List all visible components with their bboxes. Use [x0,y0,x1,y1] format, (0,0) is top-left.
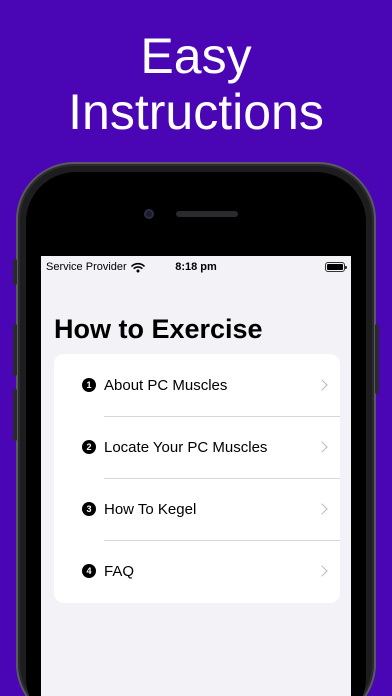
status-bar: Service Provider 8:18 pm [41,256,351,278]
chevron-right-icon [316,503,328,515]
volume-down-button [13,389,17,441]
chevron-right-icon [316,441,328,453]
number-1-icon: 1 [82,378,96,392]
list-item-label: FAQ [104,562,135,580]
mute-switch [13,259,17,285]
list-item-locate-pc-muscles[interactable]: 2 Locate Your PC Muscles [54,416,340,478]
list-item-label: How To Kegel [104,500,197,518]
chevron-right-icon [316,379,328,391]
chevron-right-icon [316,565,328,577]
list-item-how-to-kegel[interactable]: 3 How To Kegel [54,478,340,540]
menu-list: 1 About PC Muscles 2 Locate Your PC Musc… [54,354,340,603]
promo-headline: Easy Instructions [0,28,392,140]
earpiece-speaker [176,211,238,217]
number-2-icon: 2 [82,440,96,454]
headline-line-1: Easy [140,28,252,84]
page-title: How to Exercise [54,314,263,344]
headline-line-2: Instructions [68,84,324,140]
list-item-label: About PC Muscles [104,376,228,394]
list-item-about-pc-muscles[interactable]: 1 About PC Muscles [54,354,340,416]
number-4-icon: 4 [82,564,96,578]
status-time: 8:18 pm [175,261,217,273]
list-item-label: Locate Your PC Muscles [104,438,268,456]
battery-icon [325,262,347,272]
number-3-icon: 3 [82,502,96,516]
power-button [375,324,379,394]
app-screen: Service Provider 8:18 pm How to Exercise… [41,256,351,696]
list-item-faq[interactable]: 4 FAQ [54,540,340,602]
volume-up-button [13,324,17,376]
front-camera-icon [144,209,154,219]
